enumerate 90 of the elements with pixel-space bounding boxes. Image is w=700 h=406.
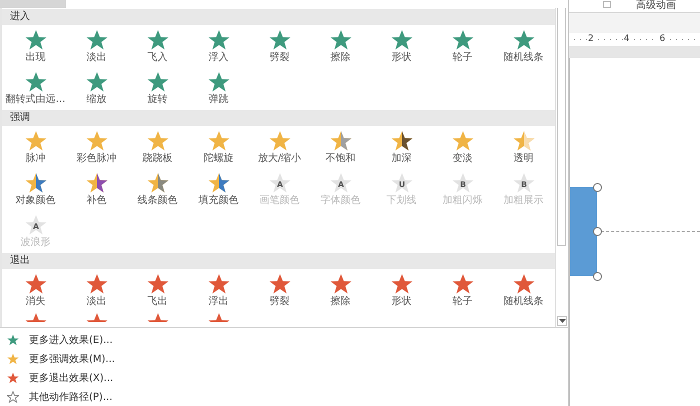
- star-icon: [268, 273, 290, 295]
- star-icon: [24, 130, 46, 152]
- star-icon: [390, 29, 412, 51]
- effect-item[interactable]: 对象颜色: [5, 168, 66, 210]
- effect-item[interactable]: 轮子: [432, 269, 493, 311]
- star-icon: [7, 372, 19, 384]
- effect-item[interactable]: 飞出: [127, 269, 188, 311]
- resize-handle[interactable]: [593, 272, 602, 281]
- effect-item[interactable]: 擦除: [310, 25, 371, 67]
- caret-icon: [558, 319, 566, 323]
- star-icon: [146, 130, 168, 152]
- star-icon: [86, 29, 108, 51]
- star-icon: [268, 130, 290, 152]
- effect-item[interactable]: 淡出: [66, 25, 127, 67]
- star-icon: [7, 352, 19, 364]
- effect-item[interactable]: 出现: [5, 25, 66, 67]
- scrollbar[interactable]: [555, 8, 568, 327]
- effect-item[interactable]: 放大/缩小: [249, 126, 310, 168]
- effect-item[interactable]: 变淡: [432, 126, 493, 168]
- star-icon: [390, 130, 412, 152]
- resize-handle[interactable]: [593, 227, 602, 236]
- effect-item[interactable]: 陀螺旋: [188, 126, 249, 168]
- star-icon: [86, 273, 108, 295]
- effect-item[interactable]: 随机线条: [493, 269, 554, 311]
- star-icon: [512, 130, 534, 152]
- effect-item[interactable]: 浮出: [188, 269, 249, 311]
- scrollbar-thumb[interactable]: [557, 8, 566, 246]
- effect-item[interactable]: 不饱和: [310, 126, 371, 168]
- effect-item[interactable]: 形状: [371, 25, 432, 67]
- effect-item[interactable]: 劈裂: [249, 25, 310, 67]
- star-icon: [24, 29, 46, 51]
- star-icon: [330, 29, 352, 51]
- star-icon: [452, 29, 474, 51]
- star-icon: [24, 71, 46, 93]
- effect-item[interactable]: 弹跳: [188, 67, 249, 109]
- effect-item[interactable]: 擦除: [310, 269, 371, 311]
- effect-item[interactable]: 彩色脉冲: [66, 126, 127, 168]
- star-icon: [146, 71, 168, 93]
- star-icon: [86, 71, 108, 93]
- section-header: 退出: [2, 253, 556, 269]
- effect-item[interactable]: 补色: [66, 168, 127, 210]
- effect-item[interactable]: 缩放: [66, 67, 127, 109]
- effect-item[interactable]: 跷跷板: [127, 126, 188, 168]
- effect-item[interactable]: 劈裂: [249, 269, 310, 311]
- effect-item[interactable]: 透明: [493, 126, 554, 168]
- star-icon: [24, 172, 46, 194]
- star-icon: [86, 130, 108, 152]
- section-header: 强调: [2, 110, 556, 126]
- effect-item[interactable]: 飞入: [127, 25, 188, 67]
- gallery-tab[interactable]: [0, 0, 66, 8]
- menu-item[interactable]: 更多进入效果(E)...: [0, 330, 568, 349]
- star-icon: [512, 273, 534, 295]
- star-icon: [146, 172, 168, 194]
- effect-item[interactable]: 轮子: [432, 25, 493, 67]
- star-icon: [268, 29, 290, 51]
- star-icon: [208, 172, 230, 194]
- star-icon: [146, 273, 168, 295]
- effect-item[interactable]: 浮入: [188, 25, 249, 67]
- effect-item[interactable]: 淡出: [66, 269, 127, 311]
- star-icon: [208, 273, 230, 295]
- star-icon: [86, 172, 108, 194]
- star-icon: [330, 130, 352, 152]
- effect-item[interactable]: 脉冲: [5, 126, 66, 168]
- star-icon: [146, 29, 168, 51]
- star-icon: [512, 29, 534, 51]
- star-icon: [452, 130, 474, 152]
- effect-item[interactable]: 随机线条: [493, 25, 554, 67]
- star-icon: [452, 273, 474, 295]
- effect-item[interactable]: 翻转式由远...: [5, 67, 66, 109]
- menu-item[interactable]: 更多强调效果(M)...: [0, 349, 568, 368]
- effect-item[interactable]: 线条颜色: [127, 168, 188, 210]
- effect-item[interactable]: 消失: [5, 269, 66, 311]
- section-header: 进入: [2, 9, 556, 25]
- effect-item[interactable]: 加深: [371, 126, 432, 168]
- star-icon: [330, 273, 352, 295]
- menu-item[interactable]: 更多退出效果(X)...: [0, 368, 568, 387]
- effect-item[interactable]: 形状: [371, 269, 432, 311]
- star-icon: [208, 29, 230, 51]
- star-icon: [24, 273, 46, 295]
- effect-item[interactable]: 旋转: [127, 67, 188, 109]
- menu-item[interactable]: 其他动作路径(P)...: [0, 387, 568, 406]
- star-icon: [390, 273, 412, 295]
- effect-item[interactable]: 填充颜色: [188, 168, 249, 210]
- star-icon: [7, 334, 19, 346]
- star-icon: [208, 130, 230, 152]
- resize-handle[interactable]: [593, 183, 602, 192]
- scroll-down-button[interactable]: [557, 316, 568, 326]
- star-icon: [7, 390, 19, 402]
- dialog-launcher-icon[interactable]: [603, 1, 611, 8]
- star-icon: [208, 71, 230, 93]
